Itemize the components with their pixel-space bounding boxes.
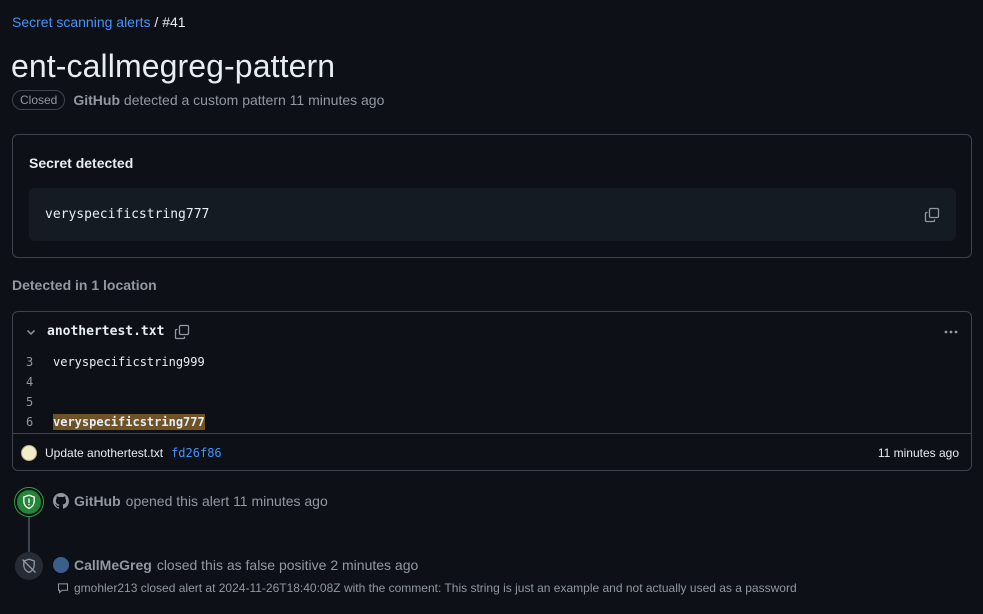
- shield-slash-icon: [22, 558, 36, 574]
- collapse-file-button[interactable]: [25, 326, 37, 338]
- highlighted-secret-text: veryspecificstring777: [53, 414, 205, 430]
- locations-heading: Detected in 1 location: [12, 277, 157, 293]
- breadcrumb-secret-scanning-alerts-link[interactable]: Secret scanning alerts: [12, 14, 151, 30]
- detector-name[interactable]: GitHub: [73, 92, 120, 108]
- closed-event: CallMeGreg closed this as false positive…: [53, 557, 418, 573]
- line-number: 3: [26, 355, 34, 369]
- line-number: 4: [26, 375, 34, 389]
- commit-time: 11 minutes ago: [877, 446, 959, 460]
- closed-event-text: closed this as false positive 2 minutes …: [156, 557, 419, 573]
- secret-value-box: veryspecificstring777: [29, 188, 956, 241]
- closed-event-actor[interactable]: CallMeGreg: [74, 557, 152, 573]
- file-more-options-button[interactable]: [943, 324, 959, 340]
- copy-icon: [924, 207, 940, 222]
- github-mark-icon: [53, 493, 69, 509]
- location-file-panel: anothertest.txt 3 veryspecificstring999 …: [12, 311, 972, 471]
- alert-meta: Closed GitHub detected a custom pattern …: [12, 90, 384, 110]
- close-comment: gmohler213 closed alert at 2024-11-26T18…: [57, 581, 797, 595]
- alert-meta-text: detected a custom pattern 11 minutes ago: [123, 92, 385, 108]
- commit-sha-link[interactable]: fd26f86: [171, 446, 222, 460]
- copy-secret-button[interactable]: [924, 207, 940, 223]
- commit-message[interactable]: Update anothertest.txt: [45, 446, 163, 460]
- file-header: anothertest.txt: [13, 312, 971, 352]
- copy-file-path-button[interactable]: [174, 324, 190, 340]
- opened-event: GitHub opened this alert 11 minutes ago: [53, 493, 328, 509]
- status-badge: Closed: [12, 90, 66, 110]
- shield-icon: [23, 494, 35, 510]
- code-line: 4: [13, 372, 971, 392]
- copy-icon: [175, 324, 190, 339]
- page-title: ent-callmegreg-pattern: [11, 48, 336, 84]
- line-number: 6: [26, 415, 34, 429]
- chevron-down-icon: [26, 329, 36, 335]
- line-text: veryspecificstring999: [53, 355, 205, 369]
- commit-row: Update anothertest.txt fd26f86 11 minute…: [13, 433, 971, 470]
- secret-detected-panel: Secret detected veryspecificstring777: [12, 134, 972, 258]
- comment-icon: [57, 583, 69, 594]
- commit-author-avatar[interactable]: [21, 445, 37, 461]
- code-snippet: 3 veryspecificstring999 4 5 6 veryspecif…: [13, 352, 971, 432]
- close-comment-text: gmohler213 closed alert at 2024-11-26T18…: [74, 581, 797, 595]
- opened-event-text: opened this alert 11 minutes ago: [125, 493, 328, 509]
- code-line: 5: [13, 392, 971, 412]
- kebab-horizontal-icon: [944, 330, 958, 333]
- closed-event-badge: [15, 552, 43, 580]
- line-number: 5: [26, 395, 34, 409]
- opened-event-actor[interactable]: GitHub: [74, 493, 121, 509]
- secret-value: veryspecificstring777: [45, 207, 210, 222]
- breadcrumb-current: #41: [162, 14, 186, 30]
- file-name[interactable]: anothertest.txt: [47, 324, 164, 339]
- code-line: 3 veryspecificstring999: [13, 352, 971, 372]
- user-avatar[interactable]: [53, 557, 69, 573]
- code-line: 6 veryspecificstring777: [13, 412, 971, 432]
- secret-detected-heading: Secret detected: [29, 155, 134, 171]
- opened-event-badge: [15, 488, 43, 516]
- breadcrumb: Secret scanning alerts / #41: [12, 14, 186, 30]
- timeline-connector: [28, 516, 30, 552]
